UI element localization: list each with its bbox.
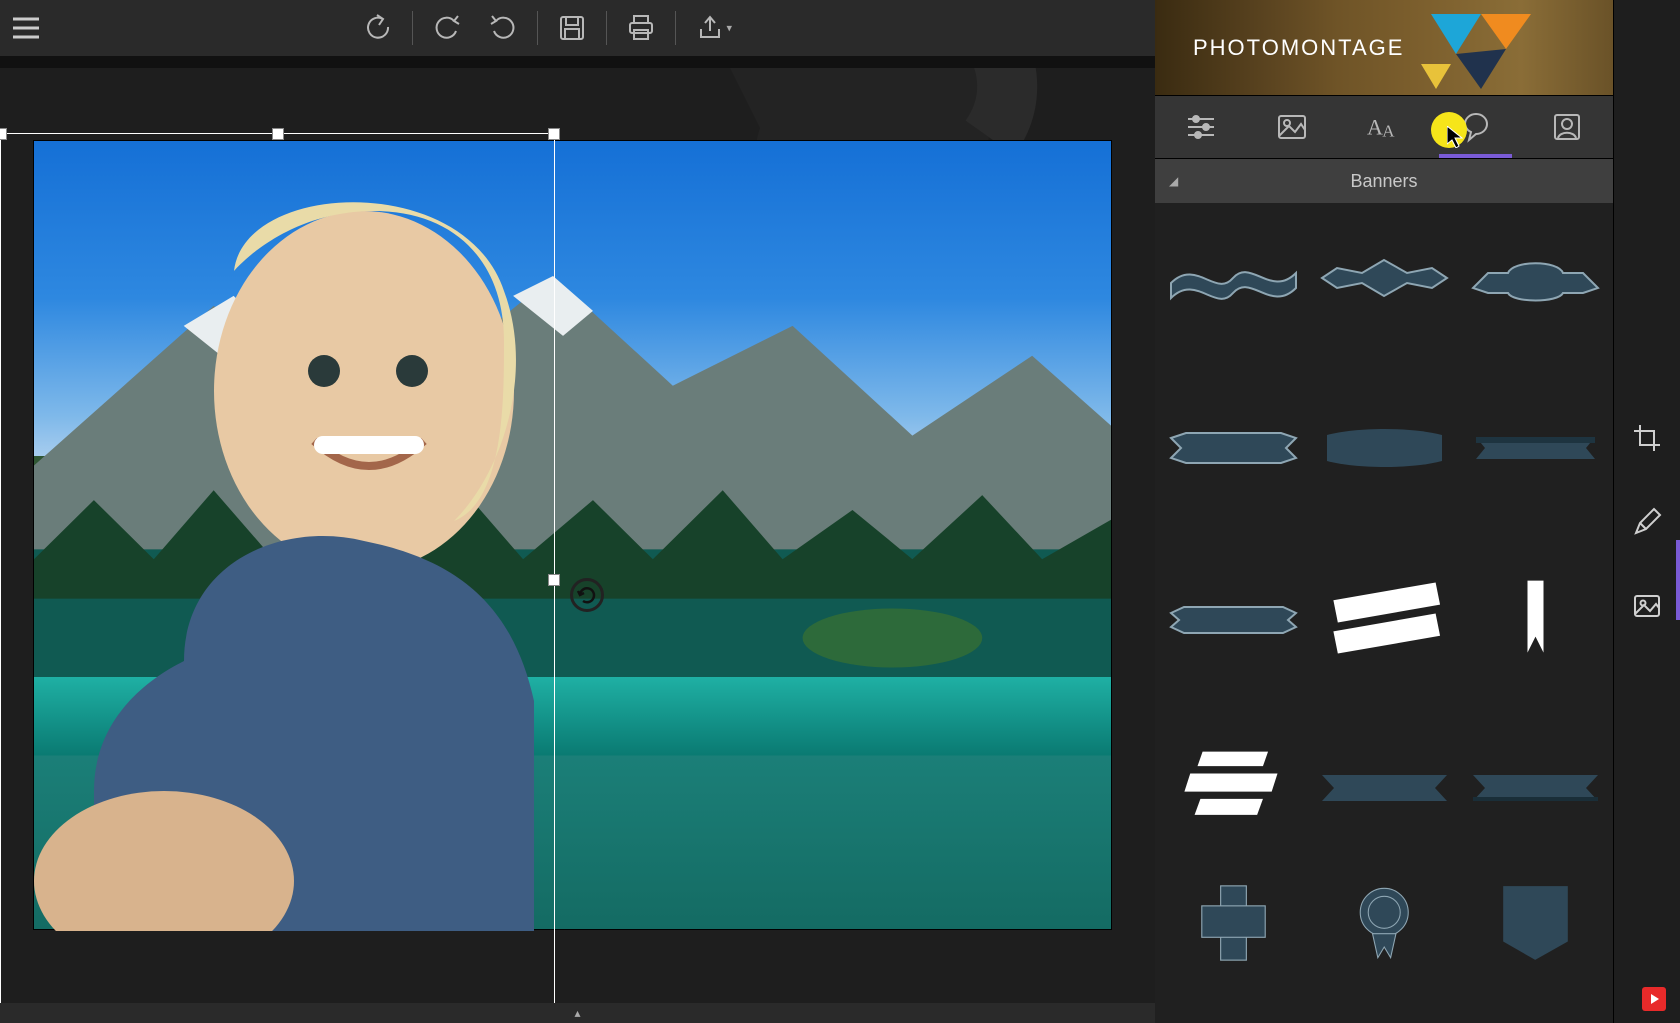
share-button[interactable]: ▾ — [682, 0, 738, 56]
resize-handle-tc[interactable] — [272, 128, 284, 140]
undo-button[interactable] — [419, 0, 475, 56]
dropdown-caret-icon: ▾ — [726, 22, 732, 35]
panel-tabs: A A — [1155, 95, 1613, 159]
banner-ribbon-thin[interactable] — [1163, 573, 1303, 663]
resize-handle-tl[interactable] — [0, 128, 7, 140]
canvas-top-strip — [0, 56, 1155, 68]
banner-bookmark-white[interactable] — [1465, 573, 1605, 663]
section-header[interactable]: ◢ Banners — [1155, 159, 1613, 203]
banner-grid[interactable] — [1155, 203, 1613, 1023]
top-tools-group: ▾ — [350, 0, 738, 56]
tab-people[interactable] — [1521, 96, 1613, 158]
crop-icon — [1632, 423, 1662, 453]
panel-main: PHOTOMONTAGE — [1155, 0, 1613, 1023]
panel-header: PHOTOMONTAGE — [1155, 0, 1613, 95]
panel-title: PHOTOMONTAGE — [1193, 35, 1404, 61]
hamburger-icon — [12, 17, 40, 39]
print-icon — [626, 13, 656, 43]
banner-ribbon-diamond[interactable] — [1314, 233, 1454, 323]
sliders-icon — [1184, 110, 1218, 144]
banner-ribbon-wave[interactable] — [1163, 233, 1303, 323]
banner-ribbon-rect-dark[interactable] — [1314, 403, 1454, 493]
redo-icon — [488, 13, 518, 43]
svg-text:A: A — [1367, 115, 1383, 140]
side-accent-bar — [1676, 540, 1680, 620]
undo-all-button[interactable] — [350, 0, 406, 56]
rotate-icon — [576, 584, 598, 606]
pencil-icon — [1632, 507, 1662, 537]
image-tool-icon — [1632, 591, 1662, 621]
menu-button[interactable] — [0, 0, 52, 56]
image-tool-button[interactable] — [1629, 588, 1665, 624]
tab-text[interactable]: A A — [1338, 96, 1430, 158]
canvas-photo[interactable] — [33, 140, 1112, 930]
banner-ribbon-skew-white[interactable] — [1314, 573, 1454, 663]
redo-button[interactable] — [475, 0, 531, 56]
toolbar-divider — [537, 11, 538, 45]
expand-caret-icon: ▴ — [574, 1006, 580, 1020]
draw-tool-button[interactable] — [1629, 504, 1665, 540]
panel-side-rail — [1613, 0, 1680, 1023]
text-icon: A A — [1367, 110, 1401, 144]
banner-ribbon-3d-dark[interactable] — [1465, 403, 1605, 493]
resize-handle-tr[interactable] — [548, 128, 560, 140]
toolbar-divider — [412, 11, 413, 45]
tab-shapes[interactable] — [1430, 96, 1522, 158]
image-icon — [1275, 110, 1309, 144]
tangram-decor-icon — [1421, 4, 1541, 94]
undo-all-icon — [363, 13, 393, 43]
play-badge-icon[interactable] — [1642, 987, 1666, 1011]
tab-adjust[interactable] — [1155, 96, 1247, 158]
canvas-bottom-bar[interactable]: ▴ — [0, 1003, 1155, 1023]
canvas-area[interactable]: ▴ — [0, 68, 1155, 1023]
banner-ribbon-stack-white[interactable] — [1163, 743, 1303, 833]
disclosure-icon: ◢ — [1169, 174, 1178, 188]
banner-ribbon-cut[interactable] — [1163, 403, 1303, 493]
person-subject — [34, 141, 594, 931]
save-button[interactable] — [544, 0, 600, 56]
banner-ribbon-notch[interactable] — [1314, 743, 1454, 833]
banner-badge-medal[interactable] — [1314, 878, 1454, 968]
share-icon — [695, 13, 725, 43]
portrait-icon — [1550, 110, 1584, 144]
bubble-icon — [1459, 110, 1493, 144]
banner-badge-pennant[interactable] — [1465, 878, 1605, 968]
crop-tool-button[interactable] — [1629, 420, 1665, 456]
print-button[interactable] — [613, 0, 669, 56]
right-panel: PHOTOMONTAGE — [1155, 0, 1680, 1023]
save-icon — [557, 13, 587, 43]
rotate-handle[interactable] — [570, 578, 604, 612]
undo-icon — [432, 13, 462, 43]
svg-text:A: A — [1382, 121, 1395, 140]
toolbar-divider — [675, 11, 676, 45]
banner-badge-rect[interactable] — [1163, 878, 1303, 968]
resize-handle-mr[interactable] — [548, 574, 560, 586]
banner-ribbon-center-arch[interactable] — [1465, 233, 1605, 323]
tab-image[interactable] — [1247, 96, 1339, 158]
banner-ribbon-shadow[interactable] — [1465, 743, 1605, 833]
toolbar-divider — [606, 11, 607, 45]
section-title: Banners — [1350, 171, 1417, 192]
